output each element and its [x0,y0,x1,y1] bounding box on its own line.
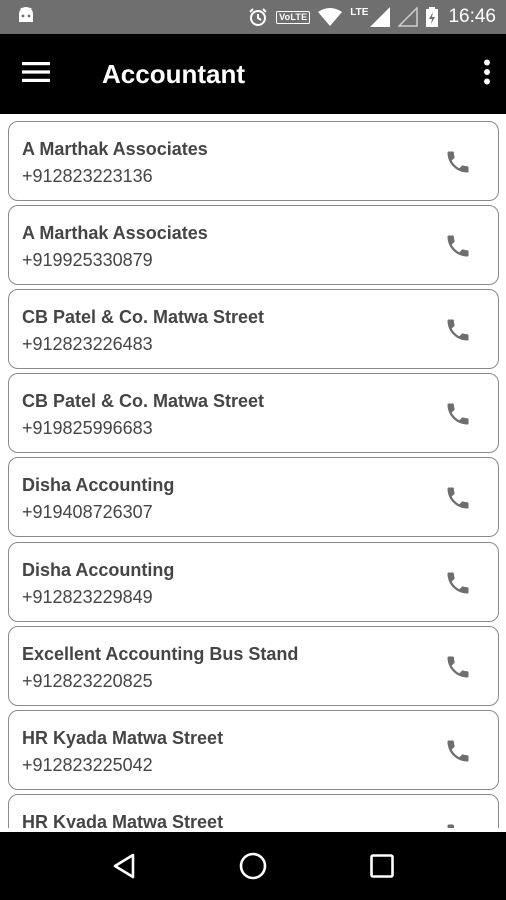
contact-phone: +912823226483 [22,334,153,354]
home-circle-icon [239,852,267,880]
contact-card[interactable]: CB Patel & Co. Matwa Street +91982599668… [8,373,499,453]
contact-phone: +912823225042 [22,755,153,775]
back-button[interactable] [94,836,154,896]
call-button[interactable] [442,314,474,346]
call-button[interactable] [442,819,474,828]
contact-card[interactable]: CB Patel & Co. Matwa Street +91282322648… [8,289,499,369]
recents-button[interactable] [352,836,412,896]
contact-phone: +919408726307 [22,502,153,522]
status-left [16,6,248,29]
contact-card[interactable]: A Marthak Associates +919925330879 [8,205,499,285]
call-button[interactable] [442,651,474,683]
call-button[interactable] [442,567,474,599]
phone-icon [447,824,455,828]
contact-card[interactable]: Disha Accounting +919408726307 [8,457,499,537]
battery-charging-icon [426,7,439,27]
wifi-icon [318,8,343,26]
page-title: Accountant [102,58,245,89]
phone-icon [447,572,469,594]
contact-phone: +919825996683 [22,418,153,438]
phone-icon [447,487,469,509]
contact-list[interactable]: A Marthak Associates +912823223136 A Mar… [0,114,506,828]
contact-name: CB Patel & Co. Matwa Street [22,307,265,327]
phone-icon [447,151,469,173]
contact-phone: +912823220825 [22,671,153,691]
contact-phone: +912823223136 [22,166,153,186]
more-vert-icon [483,59,491,90]
cell-signal-empty-icon [398,7,419,27]
status-bar: VoLTE LTE 16:46 [0,0,506,34]
android-icon [16,6,36,29]
contact-name: A Marthak Associates [22,223,208,243]
phone-icon [447,656,469,678]
contact-phone: +912823229849 [22,587,153,607]
navigation-bar [0,832,506,900]
back-triangle-icon [114,853,135,879]
cell-signal-icon [370,7,391,27]
phone-icon [447,235,469,257]
home-button[interactable] [223,836,283,896]
more-options-button[interactable] [446,34,506,114]
call-button[interactable] [442,230,474,262]
call-button[interactable] [442,735,474,767]
call-button[interactable] [442,146,474,178]
status-icons: VoLTE LTE 16:46 [248,6,496,28]
menu-button[interactable] [0,34,78,114]
contact-phone: +919925330879 [22,250,153,270]
contact-name: CB Patel & Co. Matwa Street [22,391,265,411]
recents-square-icon [369,854,394,878]
contact-card[interactable]: Excellent Accounting Bus Stand +91282322… [8,626,499,706]
contact-card[interactable]: HR Kyada Matwa Street [8,794,499,828]
phone-icon [447,740,469,762]
alarm-clock-icon [248,7,268,27]
lte-label: LTE [350,6,369,18]
phone-icon [447,403,469,425]
call-button[interactable] [442,398,474,430]
contact-name: HR Kyada Matwa Street [22,812,224,828]
contact-card[interactable]: HR Kyada Matwa Street +912823225042 [8,710,499,790]
contact-name: HR Kyada Matwa Street [22,728,224,748]
contact-name: A Marthak Associates [22,139,208,159]
call-button[interactable] [442,482,474,514]
phone-icon [447,319,469,341]
volte-badge: VoLTE [276,10,311,24]
contact-card[interactable]: A Marthak Associates +912823223136 [8,121,499,201]
hamburger-menu-icon [22,61,50,88]
status-time: 16:46 [448,6,496,27]
contact-name: Excellent Accounting Bus Stand [22,644,299,664]
contact-name: Disha Accounting [22,475,175,495]
contact-name: Disha Accounting [22,560,175,580]
contact-card[interactable]: Disha Accounting +912823229849 [8,542,499,622]
app-bar: Accountant [0,34,506,114]
